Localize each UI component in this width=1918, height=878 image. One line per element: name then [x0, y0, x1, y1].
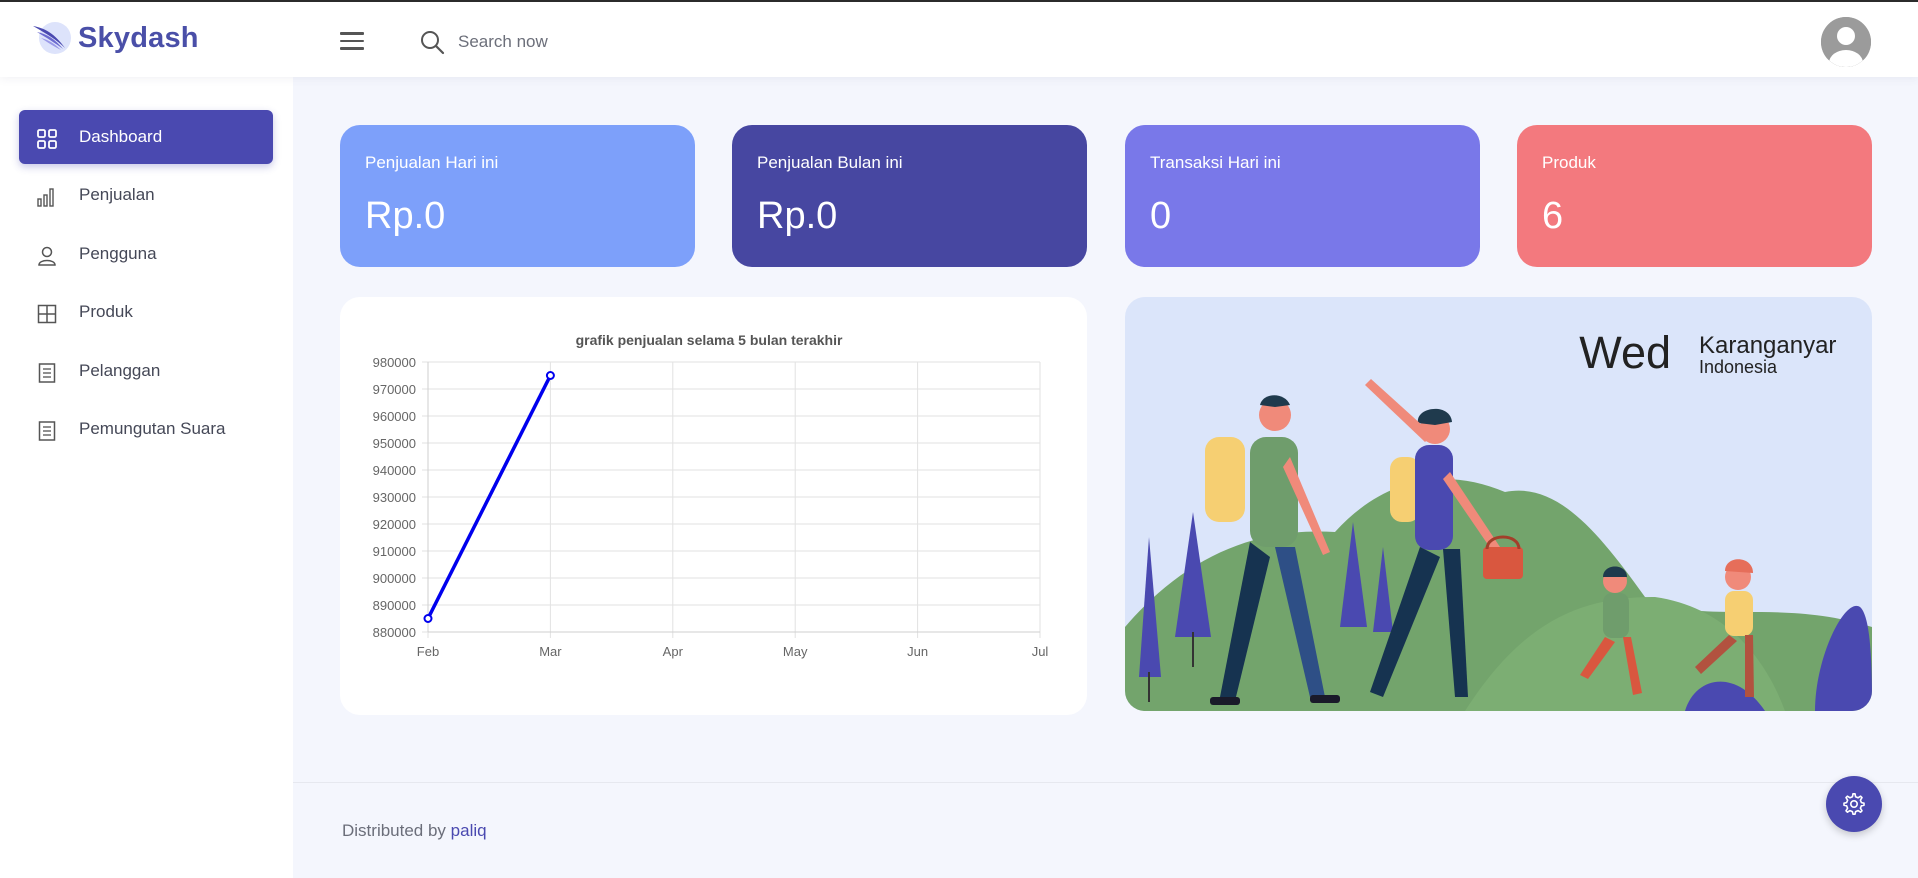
hamburger-icon-line	[340, 47, 364, 50]
weather-card: Wed Karanganyar Indonesia	[1125, 297, 1872, 711]
avatar-silhouette-icon	[1821, 17, 1871, 67]
brand-name: Skydash	[78, 21, 199, 54]
sidebar-item-label: Produk	[79, 302, 133, 321]
sidebar-item-label: Pemungutan Suara	[79, 419, 226, 438]
chart-x-tick-label: Mar	[539, 644, 562, 659]
menu-toggle-button[interactable]	[340, 32, 364, 50]
stat-card-title: Transaksi Hari ini	[1150, 153, 1281, 172]
sidebar-item-penjualan[interactable]: Penjualan	[19, 168, 273, 222]
sales-chart-card: grafik penjualan selama 5 bulan terakhir…	[340, 297, 1087, 715]
chart-y-tick-label: 960000	[373, 409, 416, 424]
sidebar-item-dashboard[interactable]: Dashboard	[19, 110, 273, 164]
sidebar-item-pemungutan-suara[interactable]: Pemungutan Suara	[19, 402, 273, 456]
chart-x-tick-label: Jun	[907, 644, 928, 659]
chart-x-tick-label: May	[783, 644, 808, 659]
footer-divider	[293, 782, 1918, 783]
hamburger-icon-line	[340, 39, 364, 42]
sidebar-item-pengguna[interactable]: Pengguna	[19, 227, 273, 281]
stat-card-title: Penjualan Hari ini	[365, 153, 499, 172]
footer: Distributed by paliq	[342, 821, 487, 841]
weather-day: Wed	[1579, 327, 1671, 378]
stat-card-value: 6	[1542, 195, 1564, 237]
document-icon	[38, 421, 56, 441]
bar-chart-icon	[37, 188, 54, 207]
search-input[interactable]	[458, 28, 758, 56]
chart-x-tick-label: Jul	[1032, 644, 1049, 659]
sidebar-item-label: Pelanggan	[79, 361, 161, 380]
stat-card-penjualan-hari-ini: Penjualan Hari ini Rp.0	[340, 125, 695, 267]
settings-button[interactable]	[1826, 776, 1882, 832]
top-navbar: Skydash	[0, 0, 1918, 77]
stat-card-value: 0	[1150, 195, 1172, 237]
chart-y-tick-label: 940000	[373, 463, 416, 478]
chart-y-tick-label: 890000	[373, 598, 416, 613]
sidebar: Dashboard Penjualan Pengguna Produk Pela…	[0, 77, 293, 878]
stat-card-title: Penjualan Bulan ini	[757, 153, 903, 172]
stat-card-transaksi-hari-ini: Transaksi Hari ini 0	[1125, 125, 1480, 267]
chart-y-tick-label: 910000	[373, 544, 416, 559]
user-icon	[38, 246, 56, 266]
bird-logo-icon	[33, 22, 71, 54]
weather-city: Karanganyar	[1699, 332, 1837, 359]
stat-card-value: Rp.0	[365, 195, 446, 237]
document-icon	[38, 363, 56, 383]
chart-y-tick-label: 930000	[373, 490, 416, 505]
sidebar-item-produk[interactable]: Produk	[19, 285, 273, 339]
sidebar-item-label: Pengguna	[79, 244, 157, 263]
chart-x-tick-label: Feb	[417, 644, 439, 659]
chart-y-tick-label: 980000	[373, 355, 416, 370]
chart-data-point	[545, 371, 555, 380]
sidebar-item-label: Dashboard	[79, 127, 163, 146]
chart-title: grafik penjualan selama 5 bulan terakhir	[576, 332, 843, 348]
stat-card-produk: Produk 6	[1517, 125, 1872, 267]
chart-y-tick-label: 970000	[373, 382, 416, 397]
stat-card-title: Produk	[1542, 153, 1596, 172]
chart-y-tick-label: 950000	[373, 436, 416, 451]
search-icon[interactable]	[419, 29, 445, 55]
chart-x-tick-label: Apr	[663, 644, 684, 659]
chart-y-tick-label: 900000	[373, 571, 416, 586]
weather-country: Indonesia	[1699, 357, 1778, 377]
table-icon	[37, 304, 57, 324]
gear-icon	[1843, 792, 1865, 815]
chart-y-tick-label: 880000	[373, 625, 416, 640]
chart-y-tick-label: 920000	[373, 517, 416, 532]
stat-card-value: Rp.0	[757, 195, 838, 237]
sidebar-item-label: Penjualan	[79, 185, 155, 204]
footer-prefix: Distributed by	[342, 821, 446, 840]
sales-line-chart: grafik penjualan selama 5 bulan terakhir…	[373, 332, 1049, 659]
user-avatar-icon[interactable]	[1821, 17, 1871, 67]
brand-logo-link[interactable]: Skydash	[31, 18, 199, 58]
hamburger-icon-line	[340, 32, 364, 35]
sidebar-item-pelanggan[interactable]: Pelanggan	[19, 344, 273, 398]
chart-data-point	[423, 614, 433, 623]
stat-card-penjualan-bulan-ini: Penjualan Bulan ini Rp.0	[732, 125, 1087, 267]
footer-link-paliq[interactable]: paliq	[451, 821, 487, 840]
grid-icon	[37, 129, 57, 149]
